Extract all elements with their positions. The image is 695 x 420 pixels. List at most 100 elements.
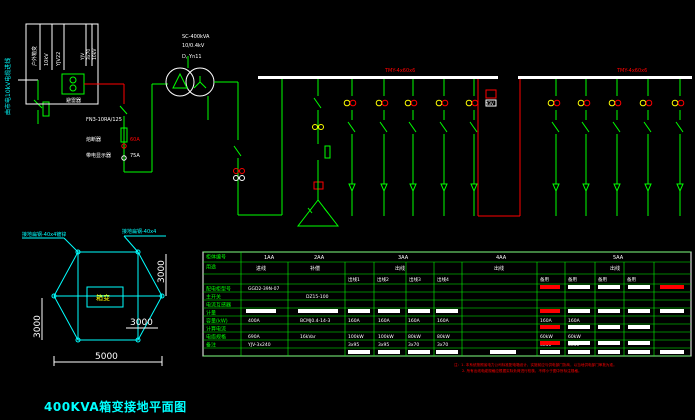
cell-fill-19 xyxy=(628,325,650,329)
cell-fill-29 xyxy=(540,350,560,354)
switch-cell: DZ15-100 xyxy=(306,294,329,300)
grounding-plan: 箱变 接地扁钢-40x4镀锌 接地扁钢-40x4 3000 3000 3000 … xyxy=(22,228,167,366)
cell-fill-5 xyxy=(246,309,276,313)
col-header-3: 3AA xyxy=(398,255,409,261)
usage-3: 出线 xyxy=(395,265,405,272)
dim-bottom: 5000 xyxy=(95,352,118,362)
hv-label-6: 带电显示器 xyxy=(86,152,111,159)
feeder-7 xyxy=(577,79,591,216)
cell-2-4: 3x70 xyxy=(408,342,419,348)
cell-1-5: 80kW xyxy=(437,334,450,340)
sub-header-6: 备用 xyxy=(568,276,577,283)
cell-fill-26 xyxy=(408,350,430,354)
cell-fill-16 xyxy=(540,325,560,329)
sub-header-3: 出线3 xyxy=(409,276,421,283)
sub-header-5: 备用 xyxy=(540,276,549,283)
cell-fill-2 xyxy=(598,285,620,289)
cell-fill-8 xyxy=(378,309,400,313)
cell-fill-18 xyxy=(598,325,620,329)
svg-text:3x70: 3x70 xyxy=(86,49,92,60)
incoming-label: 由市电10kV电缆进线 xyxy=(4,58,12,115)
cell-fill-1 xyxy=(568,285,590,289)
cell-2-0: YJV-3x240 xyxy=(247,342,271,348)
single-line-diagram: 由市电10kV电缆进线 户外箱变 10kV YJV22 3x70 10kV YJ… xyxy=(4,23,692,227)
usage-5: 出线 xyxy=(610,265,620,272)
cell-1-6: 60kW xyxy=(540,334,553,340)
hv-label-1: FN3-10RA/125 xyxy=(86,117,122,123)
note-2: 2. 所有出线电缆规格应根据实际负荷进行校核，不得小于图中所标注规格。 xyxy=(462,368,582,373)
feeder-10 xyxy=(671,79,685,216)
cell-2-5: 3x70 xyxy=(437,342,448,348)
feeder-6 xyxy=(547,79,561,216)
diagram-canvas: 由市电10kV电缆进线 户外箱变 10kV YJV22 3x70 10kV YJ… xyxy=(4,23,692,373)
row-header-8: 计算电流 xyxy=(206,326,226,333)
right-leader: 接地扁钢-40x4 xyxy=(122,228,156,235)
box-label: 箱变 xyxy=(96,293,110,302)
left-leader: 接地扁钢-40x4镀锌 xyxy=(22,231,66,238)
cell-0-3: 160A xyxy=(378,318,391,324)
feeder-2 xyxy=(375,79,389,216)
cell-fill-33 xyxy=(660,350,684,354)
busbar-left-label: TMY-4x60x6 xyxy=(384,68,415,74)
row-header-1: 用途 xyxy=(206,264,216,271)
sub-header-7: 备用 xyxy=(598,276,607,283)
cell-fill-15 xyxy=(660,309,684,313)
cell-fill-22 xyxy=(598,341,620,345)
cell-fill-13 xyxy=(598,309,620,313)
cell-0-5: 160A xyxy=(437,318,450,324)
col-header-4: 4AA xyxy=(496,255,507,261)
transformer-label-1: SC-400kVA xyxy=(182,34,210,40)
row-header-7: 容量(kW) xyxy=(206,318,228,325)
dim-inner: 3000 xyxy=(130,318,153,328)
feeder-5 xyxy=(465,79,479,216)
sub-header-1: 出线1 xyxy=(348,276,360,283)
cell-fill-0 xyxy=(540,285,560,289)
hv-label-4: 60A xyxy=(130,137,140,143)
cell-1-7: 60kW xyxy=(568,334,581,340)
busbar-right xyxy=(518,76,692,79)
rect-label: Y3V xyxy=(485,101,494,106)
svg-text:YJV22: YJV22 xyxy=(56,52,62,67)
cell-fill-6 xyxy=(298,309,338,313)
model-cell: GGD2-39N-07 xyxy=(248,286,280,292)
feeder-9 xyxy=(639,79,653,216)
cell-0-2: 160A xyxy=(348,318,361,324)
cell-2-2: 3x95 xyxy=(348,342,359,348)
outgoing-feeders xyxy=(343,79,685,216)
cell-fill-27 xyxy=(436,350,458,354)
cell-1-4: 80kW xyxy=(408,334,421,340)
cell-1-3: 100kW xyxy=(378,334,394,340)
hv-label-2: 避雷器 xyxy=(66,97,81,104)
cell-1-1: 16kVar xyxy=(300,334,316,340)
cell-1-2: 100kW xyxy=(348,334,364,340)
cell-fill-28 xyxy=(490,350,516,354)
cell-0-0: 400A xyxy=(248,318,261,324)
cell-0-6: 160A xyxy=(540,318,553,324)
usage-4: 出线 xyxy=(494,265,504,272)
busbar-right-label: TMY-4x60x6 xyxy=(616,68,647,74)
row-header-4: 主开关 xyxy=(206,294,221,301)
row-header-10: 备注 xyxy=(206,342,216,349)
cell-fill-14 xyxy=(628,309,650,313)
hv-label-5: 75A xyxy=(130,153,140,159)
svg-text:10kV: 10kV xyxy=(92,48,98,60)
hv-cabinet-label-2: 10kV xyxy=(44,53,50,66)
svg-text:YJV: YJV xyxy=(80,52,86,61)
row-header-3: 配电柜型号 xyxy=(206,286,231,293)
cell-fill-9 xyxy=(408,309,430,313)
col-header-2: 2AA xyxy=(314,255,325,261)
feeder-8 xyxy=(608,79,622,216)
cell-fill-31 xyxy=(598,350,620,354)
cell-fill-32 xyxy=(628,350,650,354)
hv-cabinet-label-1: 户外箱变 xyxy=(31,46,38,66)
cell-2-3: 3x95 xyxy=(378,342,389,348)
col-header-5: 5AA xyxy=(613,255,624,261)
usage-2: 补偿 xyxy=(310,265,320,272)
cell-0-4: 160A xyxy=(408,318,421,324)
sub-header-8: 备用 xyxy=(627,276,636,283)
cell-fill-24 xyxy=(348,350,370,354)
feeder-1 xyxy=(343,79,357,216)
sub-header-4: 出线4 xyxy=(437,276,449,283)
transformer-label-2: 10/0.4kV xyxy=(182,43,205,49)
row-header-6: 计量 xyxy=(206,310,216,317)
